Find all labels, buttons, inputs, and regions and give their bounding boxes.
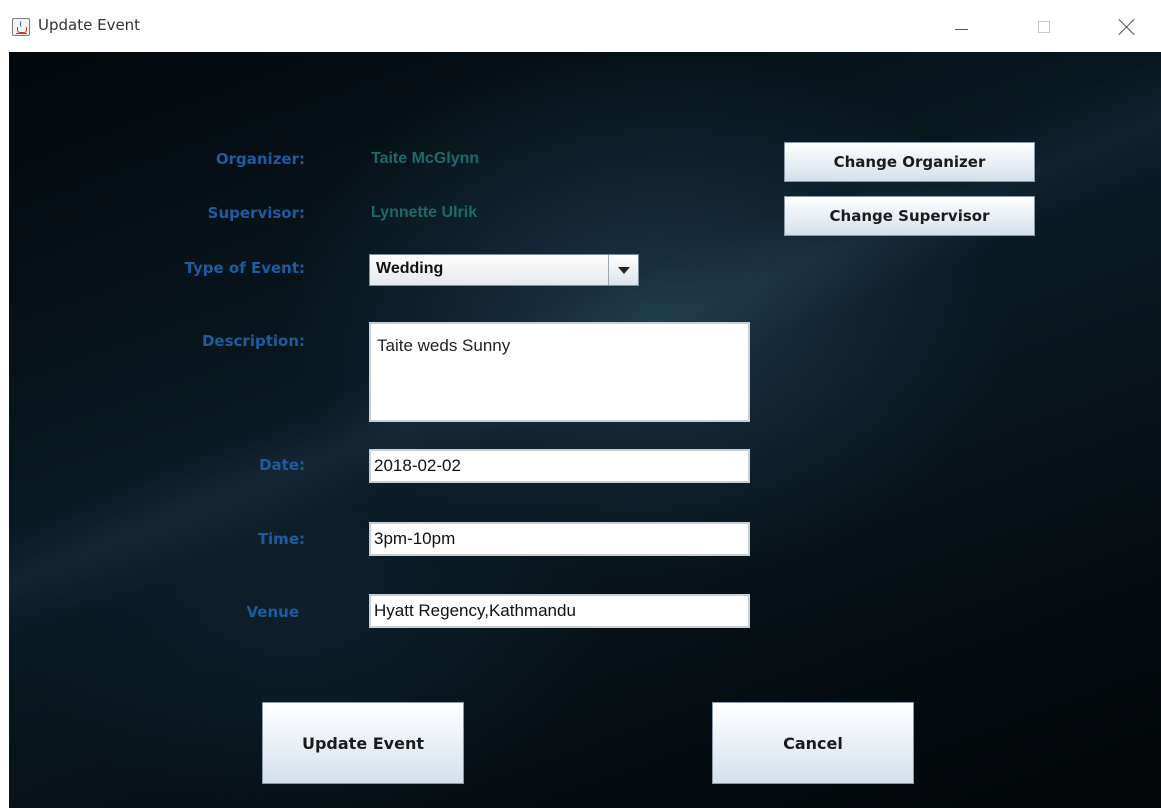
maximize-icon[interactable] <box>1021 10 1067 42</box>
time-label: Time: <box>257 530 305 548</box>
event-type-label: Type of Event: <box>184 259 305 277</box>
minimize-icon[interactable] <box>938 10 984 42</box>
venue-field[interactable]: Hyatt Regency,Kathmandu <box>369 594 750 628</box>
time-field[interactable]: 3pm-10pm <box>369 522 750 556</box>
date-field[interactable]: 2018-02-02 <box>369 449 750 483</box>
window-border <box>0 52 9 808</box>
event-type-select[interactable]: Wedding <box>369 254 639 286</box>
chevron-down-icon[interactable] <box>608 255 638 285</box>
supervisor-value: Lynnette Ulrik <box>371 204 478 221</box>
java-cup-icon <box>12 18 30 36</box>
organizer-value: Taite McGlynn <box>371 150 480 167</box>
cancel-button[interactable]: Cancel <box>712 702 914 784</box>
date-label: Date: <box>259 456 305 474</box>
update-event-button[interactable]: Update Event <box>262 702 464 784</box>
form-panel: Organizer: Taite McGlynn Change Organize… <box>9 52 1161 808</box>
supervisor-label: Supervisor: <box>207 204 305 222</box>
change-organizer-button[interactable]: Change Organizer <box>784 142 1035 182</box>
event-type-value: Wedding <box>376 260 444 277</box>
window-title: Update Event <box>38 16 141 34</box>
change-supervisor-button[interactable]: Change Supervisor <box>784 196 1035 236</box>
organizer-label: Organizer: <box>215 150 305 168</box>
description-label: Description: <box>201 332 305 350</box>
title-bar[interactable]: Update Event <box>0 0 1161 52</box>
close-icon[interactable] <box>1104 10 1150 42</box>
description-textarea[interactable]: Taite weds Sunny <box>369 322 750 422</box>
venue-label: Venue <box>246 603 300 621</box>
